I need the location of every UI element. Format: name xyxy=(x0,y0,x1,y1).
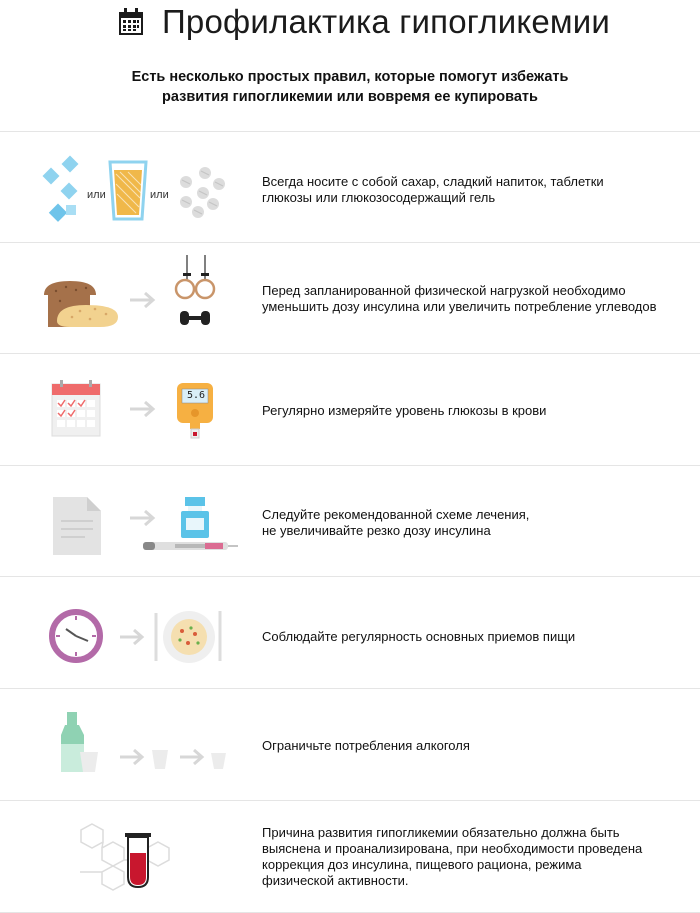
row-illustration xyxy=(51,380,213,439)
rule-text-line: Соблюдайте регулярность основных приемов… xyxy=(262,629,576,644)
arrow-icon xyxy=(120,628,145,646)
rule-text-line: Перед запланированной физической нагрузк… xyxy=(262,283,626,298)
bottle-icon xyxy=(61,712,98,772)
rule-text-line: коррекция доз инсулина, пищевого рациона… xyxy=(262,857,582,872)
or-label: или xyxy=(87,189,106,201)
rule-row-regular-meals: Соблюдайте регулярность основных приемов… xyxy=(0,576,700,689)
page-subtitle: Есть несколько простых правил, которые п… xyxy=(0,67,700,107)
rule-text-line: уменьшить дозу инсулина или увеличить по… xyxy=(262,299,657,314)
rule-row-limit-alcohol: Ограничьте потребления алкоголя xyxy=(0,688,700,801)
header: Профилактика гипогликемии xyxy=(0,0,700,60)
row-illustration xyxy=(49,609,222,663)
row-illustration xyxy=(80,823,170,891)
rule-row-find-cause: Причина развития гипогликемии обязательн… xyxy=(0,800,700,913)
calendar-icon xyxy=(119,8,143,35)
rule-text: Соблюдайте регулярность основных приемов… xyxy=(262,629,575,645)
bread-icon xyxy=(44,281,118,327)
insulin-pen-icon xyxy=(143,542,238,550)
rule-text-line: Регулярно измеряйте уровень глюкозы в кр… xyxy=(262,403,547,418)
juice-glass-icon xyxy=(108,160,148,221)
row-illustration xyxy=(42,155,225,222)
rule-text-line: физической активности. xyxy=(262,873,409,888)
rule-text: Следуйте рекомендованной схеме лечения, … xyxy=(262,507,529,539)
title-block: Профилактика гипогликемии xyxy=(118,2,610,42)
rule-row-treatment-scheme: Следуйте рекомендованной схеме лечения, … xyxy=(0,465,700,577)
arrow-icon xyxy=(130,509,156,527)
row-illustration xyxy=(61,712,226,772)
calendar-icon xyxy=(51,380,101,437)
rule-text: Перед запланированной физической нагрузк… xyxy=(262,283,657,315)
rule-text: Ограничьте потребления алкоголя xyxy=(262,738,470,754)
clock-icon xyxy=(49,609,103,663)
rule-text-line: Причина развития гипогликемии обязательн… xyxy=(262,825,620,840)
sugar-cubes-icon xyxy=(42,155,79,222)
glucometer-reading: 5.6 xyxy=(186,390,206,401)
rule-text: Всегда носите с собой сахар, сладкий нап… xyxy=(262,174,604,206)
plate-icon xyxy=(154,611,222,663)
rule-row-measure-glucose: 5.6 Регулярно измеряйте уровень глюкозы … xyxy=(0,353,700,466)
row-illustration xyxy=(44,255,216,327)
rule-text-line: выяснена и проанализирована, при необход… xyxy=(262,841,643,856)
subtitle-line: Есть несколько простых правил, которые п… xyxy=(131,69,569,85)
rule-text-line: глюкозы или глюкозосодержащий гель xyxy=(262,190,496,205)
rule-text-line: Всегда носите с собой сахар, сладкий нап… xyxy=(262,174,604,189)
row-illustration xyxy=(53,497,238,555)
glass-icon xyxy=(152,750,226,769)
subtitle-line: развития гипогликемии или вовремя ее куп… xyxy=(162,89,538,105)
arrow-icon xyxy=(130,291,156,309)
test-tube-icon xyxy=(125,833,151,889)
rule-row-carry-sugar: или или Всегда носите с собой сахар, сла… xyxy=(0,131,700,243)
glucose-tablets-icon xyxy=(180,167,225,218)
document-icon xyxy=(53,497,101,555)
rule-text-line: Следуйте рекомендованной схеме лечения, xyxy=(262,507,530,522)
insulin-vial-icon xyxy=(181,497,209,538)
rule-text: Регулярно измеряйте уровень глюкозы в кр… xyxy=(262,403,546,419)
molecule-icon xyxy=(80,823,170,891)
or-label: или xyxy=(150,189,169,201)
arrow-icon xyxy=(130,400,156,418)
dumbbell-icon xyxy=(180,311,210,325)
rule-row-exercise: Перед запланированной физической нагрузк… xyxy=(0,242,700,354)
rule-text-line: не увеличивайте резко дозу инсулина xyxy=(262,523,491,538)
page-title: Профилактика гипогликемии xyxy=(162,3,611,40)
rule-text-line: Ограничьте потребления алкоголя xyxy=(262,738,470,753)
gymnastic-rings-icon xyxy=(174,255,216,300)
rule-text: Причина развития гипогликемии обязательн… xyxy=(262,825,642,889)
